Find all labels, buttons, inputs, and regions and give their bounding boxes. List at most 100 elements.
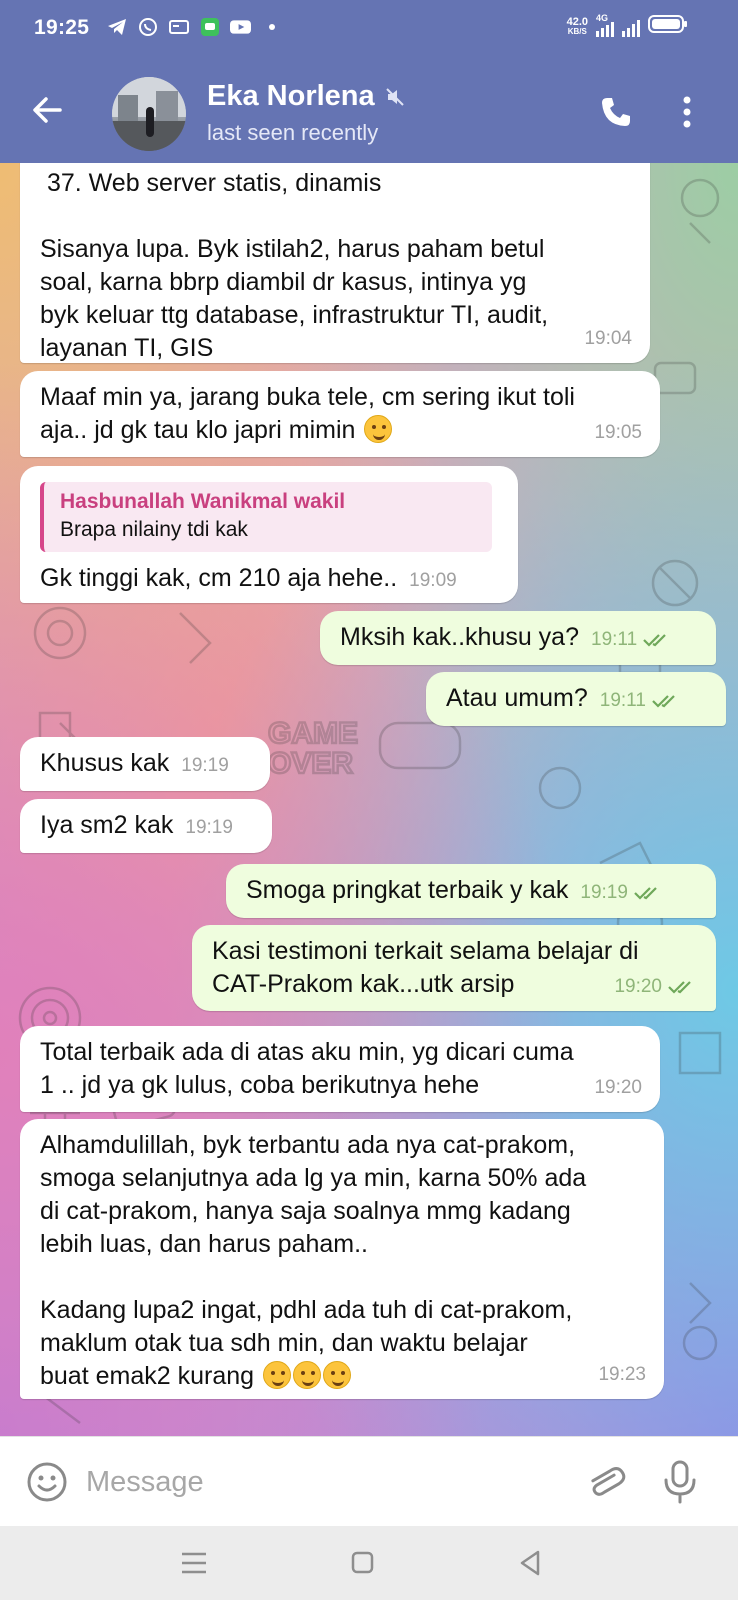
signal-icon [622,17,640,37]
emoji-grin-icon [322,1361,351,1389]
message-text: Gk tinggi kak, cm 210 aja hehe.. 19:09 [40,562,498,597]
avatar-photo [112,77,186,151]
message-meta: 19:19 [181,749,229,782]
message-text: Maaf min ya, jarang buka tele, cm sering… [40,381,640,447]
message-meta: 19:23 [598,1358,646,1391]
message-text-body: Alhamdulillah, byk terbantu ada nya cat-… [40,1131,587,1390]
muted-speaker-icon [385,87,404,106]
message-time: 19:20 [614,976,662,997]
arrow-left-icon [33,97,62,123]
square-home-icon [351,1551,374,1574]
message-meta: 19:20 [614,970,698,1003]
network-type: 4G [596,12,609,23]
message-text-body: Gk tinggi kak, cm 210 aja hehe.. [40,564,398,592]
message-outgoing[interactable]: Mksih kak..khusu ya? 19:11 [320,611,716,665]
whatsapp-icon [137,16,158,37]
contact-name[interactable]: Eka Norlena [207,80,405,113]
menu-lines-icon [182,1552,206,1574]
chat-header: Eka Norlena last seen recently [0,56,738,163]
contact-status: last seen recently [207,120,379,145]
chat-area[interactable]: GAME OVER 37. Web server statis, dinamis… [0,163,738,1436]
message-time: 19:11 [591,629,638,650]
message-time: 19:04 [584,328,632,349]
double-check-icon [668,980,691,994]
message-outgoing[interactable]: Kasi testimoni terkait selama belajar di… [192,925,716,1011]
message-text-body: Khusus kak [40,749,170,777]
status-bar: 19:25 42.0 KB/S 4G [0,0,738,56]
telegram-icon [106,16,127,37]
more-button[interactable] [680,94,694,130]
message-time: 19:23 [598,1364,646,1385]
back-nav-button[interactable] [512,1546,548,1580]
message-text: Smoga pringkat terbaik y kak 19:19 [246,874,696,909]
emoji-face-icon [364,415,393,443]
double-check-icon [643,633,666,647]
message-incoming-reply[interactable]: Hasbunallah Wanikmal wakil Brapa nilainy… [20,466,518,603]
message-incoming[interactable]: Maaf min ya, jarang buka tele, cm sering… [20,371,660,457]
net-speed: 42.0 KB/S [567,16,588,37]
phone-icon [602,98,630,126]
back-button[interactable] [28,90,68,130]
message-text: 37. Web server statis, dinamis Sisanya l… [40,169,549,362]
paperclip-icon [591,1467,626,1496]
message-input[interactable] [86,1459,556,1505]
reply-author: Hasbunallah Wanikmal wakil [60,490,346,513]
more-vertical-icon [683,96,691,128]
message-input-bar [0,1436,738,1526]
message-meta: 19:11 [591,623,673,656]
svg-text:OVER: OVER [268,747,353,780]
status-time: 19:25 [34,16,90,39]
message-time: 19:11 [599,690,646,711]
message-incoming[interactable]: Total terbaik ada di atas aku min, yg di… [20,1026,660,1112]
double-check-icon [652,694,675,708]
message-meta: 19:19 [580,876,664,909]
contact-name-text: Eka Norlena [207,80,375,112]
message-text: Iya sm2 kak 19:19 [40,809,252,844]
attach-button[interactable] [584,1461,626,1503]
net-speed-unit: KB/S [567,26,587,36]
signal-4g-icon: 4G [596,13,614,37]
message-text-body: Iya sm2 kak [40,811,174,839]
message-text-body: Smoga pringkat terbaik y kak [246,876,569,904]
notification-icons [106,16,282,37]
microphone-icon [664,1460,696,1504]
home-button[interactable] [344,1546,380,1580]
message-text: Khusus kak 19:19 [40,747,250,782]
message-incoming[interactable]: 37. Web server statis, dinamis Sisanya l… [20,163,650,363]
message-incoming[interactable]: Iya sm2 kak 19:19 [20,799,272,853]
message-time: 19:19 [181,755,229,776]
message-time: 19:05 [594,422,642,443]
emoji-button[interactable] [26,1461,68,1503]
emoji-grin-icon [292,1361,321,1389]
youtube-icon [230,16,251,37]
message-time: 19:09 [409,570,457,591]
message-meta: 19:20 [594,1071,642,1104]
reply-text: Brapa nilainy tdi kak [60,518,248,541]
microphone-button[interactable] [660,1459,700,1505]
message-meta: 19:19 [185,811,233,844]
message-outgoing[interactable]: Atau umum? 19:11 [426,672,726,726]
message-text-body: Atau umum? [446,684,588,712]
message-meta: 19:05 [594,416,642,449]
recents-button[interactable] [176,1546,212,1580]
message-time: 19:19 [580,882,628,903]
message-incoming[interactable]: Khusus kak 19:19 [20,737,270,791]
message-meta: 19:09 [409,564,457,597]
message-text: Atau umum? 19:11 [446,682,706,717]
message-meta: 19:11 [600,684,682,717]
message-outgoing[interactable]: Smoga pringkat terbaik y kak 19:19 [226,864,716,918]
message-text: Total terbaik ada di atas aku min, yg di… [40,1038,574,1099]
card-icon [168,16,189,37]
dot-icon [261,16,282,37]
avatar[interactable] [112,77,186,151]
status-right: 42.0 KB/S 4G [567,13,688,39]
battery-icon [648,14,688,39]
call-button[interactable] [598,94,634,130]
triangle-back-icon [520,1550,540,1576]
message-text: Mksih kak..khusu ya? 19:11 [340,621,696,656]
chat-app-icon [199,16,220,37]
reply-quote[interactable]: Hasbunallah Wanikmal wakil Brapa nilainy… [40,482,492,552]
double-check-icon [634,886,657,900]
message-incoming[interactable]: Alhamdulillah, byk terbantu ada nya cat-… [20,1119,664,1399]
system-nav-bar [0,1526,738,1600]
